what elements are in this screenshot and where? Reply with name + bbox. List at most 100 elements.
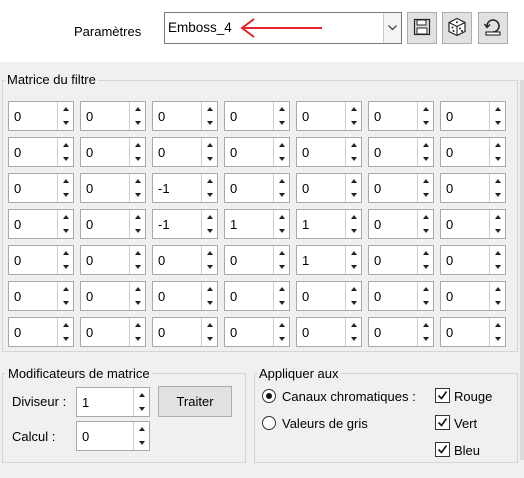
- increment-arrow-icon[interactable]: [130, 138, 145, 152]
- matrix-cell-r7-c1[interactable]: 0: [8, 317, 74, 347]
- decrement-arrow-icon[interactable]: [490, 188, 505, 202]
- increment-arrow-icon[interactable]: [274, 174, 289, 188]
- increment-arrow-icon[interactable]: [134, 388, 149, 402]
- decrement-arrow-icon[interactable]: [418, 332, 433, 346]
- decrement-arrow-icon[interactable]: [130, 296, 145, 310]
- matrix-cell-r7-c4[interactable]: 0: [224, 317, 290, 347]
- matrix-cell-r3-c4[interactable]: 0: [224, 173, 290, 203]
- increment-arrow-icon[interactable]: [418, 318, 433, 332]
- decrement-arrow-icon[interactable]: [274, 152, 289, 166]
- increment-arrow-icon[interactable]: [58, 138, 73, 152]
- increment-arrow-icon[interactable]: [418, 174, 433, 188]
- increment-arrow-icon[interactable]: [202, 174, 217, 188]
- matrix-cell-r4-c5[interactable]: 1: [296, 209, 362, 239]
- decrement-arrow-icon[interactable]: [490, 332, 505, 346]
- decrement-arrow-icon[interactable]: [346, 116, 361, 130]
- increment-arrow-icon[interactable]: [274, 246, 289, 260]
- decrement-arrow-icon[interactable]: [58, 188, 73, 202]
- increment-arrow-icon[interactable]: [58, 246, 73, 260]
- color-channels-radio[interactable]: [262, 389, 276, 403]
- decrement-arrow-icon[interactable]: [418, 260, 433, 274]
- decrement-arrow-icon[interactable]: [130, 152, 145, 166]
- increment-arrow-icon[interactable]: [346, 174, 361, 188]
- decrement-arrow-icon[interactable]: [418, 188, 433, 202]
- decrement-arrow-icon[interactable]: [58, 224, 73, 238]
- matrix-cell-r4-c7[interactable]: 0: [440, 209, 506, 239]
- increment-arrow-icon[interactable]: [202, 210, 217, 224]
- decrement-arrow-icon[interactable]: [274, 296, 289, 310]
- decrement-arrow-icon[interactable]: [418, 296, 433, 310]
- increment-arrow-icon[interactable]: [490, 282, 505, 296]
- matrix-cell-r5-c2[interactable]: 0: [80, 245, 146, 275]
- calc-stepper[interactable]: 0: [76, 421, 150, 451]
- randomize-button[interactable]: [442, 12, 472, 44]
- decrement-arrow-icon[interactable]: [202, 332, 217, 346]
- green-channel-checkbox[interactable]: [435, 415, 450, 430]
- matrix-cell-r7-c3[interactable]: 0: [152, 317, 218, 347]
- decrement-arrow-icon[interactable]: [58, 332, 73, 346]
- matrix-cell-r5-c3[interactable]: 0: [152, 245, 218, 275]
- decrement-arrow-icon[interactable]: [274, 224, 289, 238]
- decrement-arrow-icon[interactable]: [490, 296, 505, 310]
- matrix-cell-r7-c5[interactable]: 0: [296, 317, 362, 347]
- decrement-arrow-icon[interactable]: [134, 436, 149, 450]
- save-preset-button[interactable]: [407, 12, 437, 44]
- red-channel-checkbox[interactable]: [435, 388, 450, 403]
- decrement-arrow-icon[interactable]: [58, 260, 73, 274]
- matrix-cell-r6-c1[interactable]: 0: [8, 281, 74, 311]
- increment-arrow-icon[interactable]: [490, 174, 505, 188]
- increment-arrow-icon[interactable]: [130, 318, 145, 332]
- matrix-cell-r6-c5[interactable]: 0: [296, 281, 362, 311]
- increment-arrow-icon[interactable]: [490, 210, 505, 224]
- matrix-cell-r6-c3[interactable]: 0: [152, 281, 218, 311]
- decrement-arrow-icon[interactable]: [58, 152, 73, 166]
- matrix-cell-r5-c4[interactable]: 0: [224, 245, 290, 275]
- matrix-cell-r1-c6[interactable]: 0: [368, 101, 434, 131]
- decrement-arrow-icon[interactable]: [130, 260, 145, 274]
- matrix-cell-r2-c3[interactable]: 0: [152, 137, 218, 167]
- increment-arrow-icon[interactable]: [130, 174, 145, 188]
- decrement-arrow-icon[interactable]: [58, 116, 73, 130]
- matrix-cell-r4-c3[interactable]: -1: [152, 209, 218, 239]
- matrix-cell-r3-c2[interactable]: 0: [80, 173, 146, 203]
- increment-arrow-icon[interactable]: [346, 210, 361, 224]
- matrix-cell-r6-c4[interactable]: 0: [224, 281, 290, 311]
- decrement-arrow-icon[interactable]: [418, 224, 433, 238]
- decrement-arrow-icon[interactable]: [58, 296, 73, 310]
- matrix-cell-r5-c6[interactable]: 0: [368, 245, 434, 275]
- increment-arrow-icon[interactable]: [490, 102, 505, 116]
- matrix-cell-r6-c6[interactable]: 0: [368, 281, 434, 311]
- decrement-arrow-icon[interactable]: [490, 116, 505, 130]
- matrix-cell-r4-c2[interactable]: 0: [80, 209, 146, 239]
- matrix-cell-r7-c2[interactable]: 0: [80, 317, 146, 347]
- increment-arrow-icon[interactable]: [130, 102, 145, 116]
- decrement-arrow-icon[interactable]: [490, 260, 505, 274]
- matrix-cell-r5-c7[interactable]: 0: [440, 245, 506, 275]
- matrix-cell-r7-c7[interactable]: 0: [440, 317, 506, 347]
- increment-arrow-icon[interactable]: [418, 138, 433, 152]
- matrix-cell-r1-c3[interactable]: 0: [152, 101, 218, 131]
- matrix-cell-r5-c1[interactable]: 0: [8, 245, 74, 275]
- increment-arrow-icon[interactable]: [58, 102, 73, 116]
- matrix-cell-r3-c7[interactable]: 0: [440, 173, 506, 203]
- decrement-arrow-icon[interactable]: [346, 296, 361, 310]
- chevron-down-icon[interactable]: [383, 13, 401, 43]
- increment-arrow-icon[interactable]: [490, 246, 505, 260]
- increment-arrow-icon[interactable]: [202, 282, 217, 296]
- decrement-arrow-icon[interactable]: [274, 188, 289, 202]
- increment-arrow-icon[interactable]: [418, 102, 433, 116]
- matrix-cell-r3-c6[interactable]: 0: [368, 173, 434, 203]
- increment-arrow-icon[interactable]: [346, 138, 361, 152]
- matrix-cell-r1-c4[interactable]: 0: [224, 101, 290, 131]
- decrement-arrow-icon[interactable]: [274, 116, 289, 130]
- matrix-cell-r3-c5[interactable]: 0: [296, 173, 362, 203]
- increment-arrow-icon[interactable]: [58, 210, 73, 224]
- matrix-cell-r2-c6[interactable]: 0: [368, 137, 434, 167]
- decrement-arrow-icon[interactable]: [134, 402, 149, 416]
- increment-arrow-icon[interactable]: [274, 138, 289, 152]
- matrix-cell-r4-c6[interactable]: 0: [368, 209, 434, 239]
- matrix-cell-r1-c1[interactable]: 0: [8, 101, 74, 131]
- increment-arrow-icon[interactable]: [346, 318, 361, 332]
- matrix-cell-r2-c1[interactable]: 0: [8, 137, 74, 167]
- increment-arrow-icon[interactable]: [130, 282, 145, 296]
